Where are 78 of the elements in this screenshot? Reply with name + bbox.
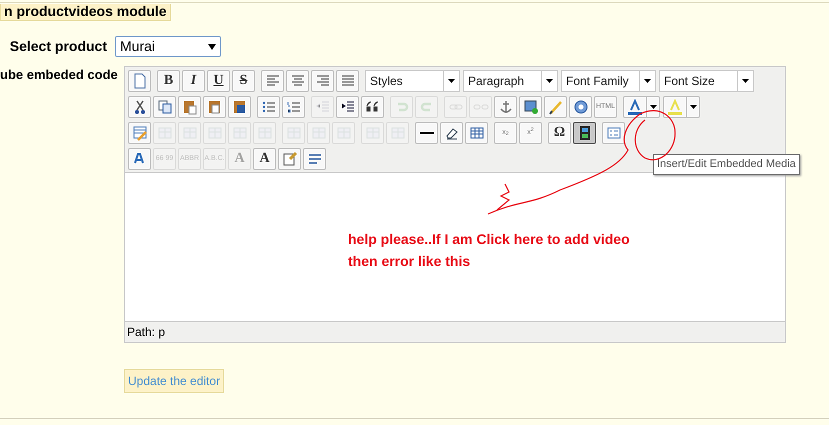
toolbar-button[interactable]: [303, 148, 326, 170]
format-dropdown[interactable]: Paragraph: [463, 70, 558, 92]
editor-path-bar: Path: p: [125, 321, 785, 342]
text-color-button[interactable]: [623, 96, 660, 118]
align-left-icon: [264, 72, 280, 88]
toolbar-button[interactable]: [336, 96, 359, 118]
toolbar-button[interactable]: [415, 122, 438, 144]
toolbar-button[interactable]: [440, 122, 463, 144]
highlight-color-button[interactable]: [663, 96, 700, 118]
product-select[interactable]: Murai: [115, 36, 221, 57]
toolbar-button[interactable]: Ω: [548, 122, 571, 144]
table-icon: [336, 124, 352, 140]
toolbar-button[interactable]: U: [207, 70, 230, 92]
toolbar-button[interactable]: [228, 96, 251, 118]
field-label: ube embeded code: [0, 66, 118, 84]
paste-word-icon: [232, 98, 248, 114]
annotation-text: help please..If I am Click here to add video then error like this: [348, 230, 631, 271]
toolbar-button[interactable]: B: [157, 70, 180, 92]
toolbar-button[interactable]: [257, 96, 280, 118]
table-icon: [256, 124, 272, 140]
align-right-icon: [314, 72, 330, 88]
image-icon: [522, 98, 538, 114]
color-swatch-icon: [627, 98, 643, 114]
table-icon: [206, 124, 222, 140]
outdent-icon: [314, 98, 330, 114]
dropdown-arrow-icon: [690, 104, 696, 108]
fieldset-legend: n productvideos module: [0, 4, 171, 21]
table-icon: [232, 124, 248, 140]
toolbar-button[interactable]: [153, 96, 176, 118]
toolbar-button[interactable]: [573, 122, 596, 144]
toolbar-button[interactable]: [278, 148, 301, 170]
help-icon: [572, 98, 588, 114]
attributes-icon: [282, 150, 298, 166]
brush-icon: [548, 98, 564, 114]
table-icon: [390, 124, 406, 140]
copy-icon: [156, 98, 172, 114]
dropdown-arrow-icon: [742, 78, 749, 82]
color-swatch-icon: [667, 98, 683, 114]
toolbar-button[interactable]: [261, 70, 284, 92]
table-icon: [286, 124, 302, 140]
toolbar-button[interactable]: [336, 70, 359, 92]
dropdown-arrow-icon: [448, 78, 455, 82]
toolbar-button[interactable]: I: [182, 70, 205, 92]
toolbar-button[interactable]: [128, 96, 151, 118]
toolbar-button[interactable]: [465, 122, 488, 144]
toolbar-button[interactable]: S: [232, 70, 255, 92]
table-icon: [310, 124, 326, 140]
table-icon: [364, 124, 380, 140]
toolbar-button[interactable]: [519, 96, 542, 118]
format-dropdown[interactable]: Font Size: [659, 70, 754, 92]
table-icon: [156, 124, 172, 140]
toolbar-button[interactable]: [311, 70, 334, 92]
toolbar-button[interactable]: A: [253, 148, 276, 170]
toolbar-button[interactable]: [361, 96, 384, 118]
toolbar-button[interactable]: [286, 70, 309, 92]
quote-icon: [364, 98, 380, 114]
dropdown-arrow-icon: [644, 78, 651, 82]
dropdown-arrow-icon: [546, 78, 553, 82]
format-dropdown[interactable]: Styles: [365, 70, 460, 92]
format-dropdown[interactable]: Font Family: [561, 70, 656, 92]
indent-icon: [340, 98, 356, 114]
dropdown-arrow-icon: [650, 104, 656, 108]
paste-text-icon: [206, 98, 222, 114]
paste-icon: [182, 98, 198, 114]
tooltip: Insert/Edit Embedded Media: [653, 154, 800, 174]
toolbar-button[interactable]: [569, 96, 592, 118]
dropdown-arrow-icon: [208, 44, 216, 50]
anchor-icon: [498, 98, 514, 114]
table-icon: [468, 124, 484, 140]
form-icon: [606, 124, 622, 140]
horizontal-rule-icon: [420, 132, 434, 134]
field-label: Select product: [8, 37, 108, 56]
toolbar-button[interactable]: [282, 96, 305, 118]
new-document-icon: [132, 72, 148, 88]
align-center-icon: [290, 72, 306, 88]
justify-icon: [340, 72, 356, 88]
table-edit-icon: [132, 124, 148, 140]
table-icon: [182, 124, 198, 140]
